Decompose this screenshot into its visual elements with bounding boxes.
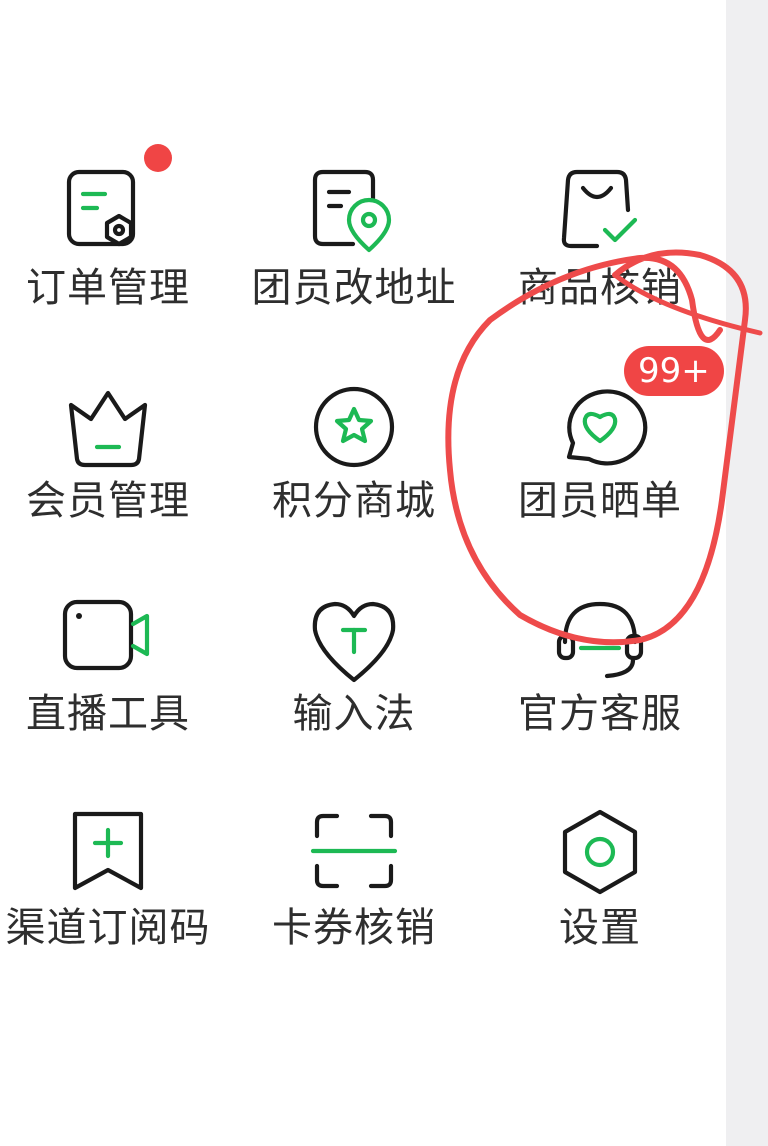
tile-member-management[interactable]: 会员管理 — [0, 333, 228, 533]
tile-coupon-verification[interactable]: 卡券核销 — [234, 760, 474, 960]
tile-settings[interactable]: 设置 — [480, 760, 720, 960]
tile-label: 订单管理 — [26, 265, 190, 311]
tile-label: 输入法 — [292, 691, 416, 737]
tile-label: 团员改地址 — [251, 265, 457, 311]
tools-panel: 订单管理 团员改地址 商品核销 会员管理 积分商城 团员晒单 直播工具 输入法 … — [0, 0, 726, 1146]
tile-order-management[interactable]: 订单管理 — [0, 120, 228, 320]
tile-channel-subscribe-code[interactable]: 渠道订阅码 — [0, 760, 228, 960]
tile-label: 会员管理 — [26, 478, 190, 524]
tile-input-method[interactable]: 输入法 — [234, 546, 474, 746]
tile-member-address[interactable]: 团员改地址 — [234, 120, 474, 320]
tile-label: 设置 — [559, 905, 641, 951]
unread-count-badge: 99+ — [624, 346, 724, 396]
tile-label: 团员晒单 — [518, 478, 682, 524]
tile-label: 渠道订阅码 — [5, 905, 211, 951]
tile-label: 积分商城 — [272, 478, 436, 524]
tile-label: 官方客服 — [518, 691, 682, 737]
tile-label: 商品核销 — [518, 265, 682, 311]
tile-product-verification[interactable]: 商品核销 — [480, 120, 720, 320]
tile-label: 卡券核销 — [272, 905, 436, 951]
tile-label: 直播工具 — [26, 691, 190, 737]
tile-customer-service[interactable]: 官方客服 — [480, 546, 720, 746]
right-gutter — [726, 0, 768, 1146]
tile-live-tools[interactable]: 直播工具 — [0, 546, 228, 746]
notification-dot — [144, 144, 172, 172]
tile-points-mall[interactable]: 积分商城 — [234, 333, 474, 533]
